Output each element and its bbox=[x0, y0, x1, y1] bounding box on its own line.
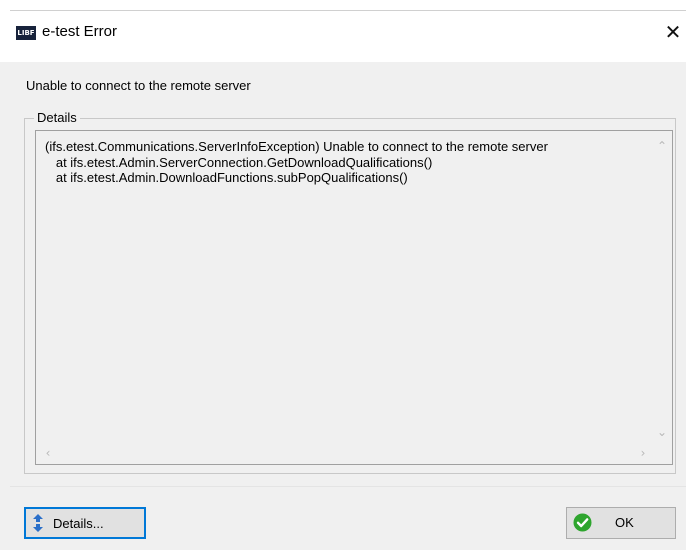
details-button-label: Details... bbox=[53, 516, 104, 531]
details-line: at ifs.etest.Admin.DownloadFunctions.sub… bbox=[45, 170, 408, 185]
details-group-label: Details bbox=[34, 110, 80, 125]
error-dialog: LIBF e-test Error ✕ Unable to connect to… bbox=[0, 0, 686, 550]
details-line: at ifs.etest.Admin.ServerConnection.GetD… bbox=[45, 154, 433, 170]
ok-button[interactable]: OK bbox=[566, 507, 676, 539]
title-bar: LIBF e-test Error ✕ bbox=[0, 0, 686, 62]
details-text-area[interactable]: (ifs.etest.Communications.ServerInfoExce… bbox=[35, 130, 673, 465]
details-line: (ifs.etest.Communications.ServerInfoExce… bbox=[45, 139, 548, 154]
error-message: Unable to connect to the remote server bbox=[26, 78, 251, 93]
details-button[interactable]: Details... bbox=[24, 507, 146, 539]
details-text-content: (ifs.etest.Communications.ServerInfoExce… bbox=[45, 139, 645, 186]
ok-button-label: OK bbox=[615, 515, 634, 530]
scroll-left-chevron-icon[interactable]: ‹ bbox=[39, 444, 57, 462]
close-button[interactable]: ✕ bbox=[660, 18, 686, 46]
scroll-right-chevron-icon[interactable]: › bbox=[634, 444, 652, 462]
window-title: e-test Error bbox=[42, 23, 118, 40]
scroll-down-chevron-icon[interactable]: ⌄ bbox=[653, 423, 671, 441]
green-check-icon bbox=[573, 513, 592, 532]
libf-logo-icon: LIBF bbox=[16, 26, 36, 40]
footer-divider bbox=[10, 486, 686, 487]
scroll-up-chevron-icon[interactable]: ⌃ bbox=[653, 137, 671, 155]
window-top-border bbox=[10, 10, 686, 11]
close-icon: ✕ bbox=[664, 20, 682, 44]
up-down-arrows-icon bbox=[33, 514, 43, 532]
